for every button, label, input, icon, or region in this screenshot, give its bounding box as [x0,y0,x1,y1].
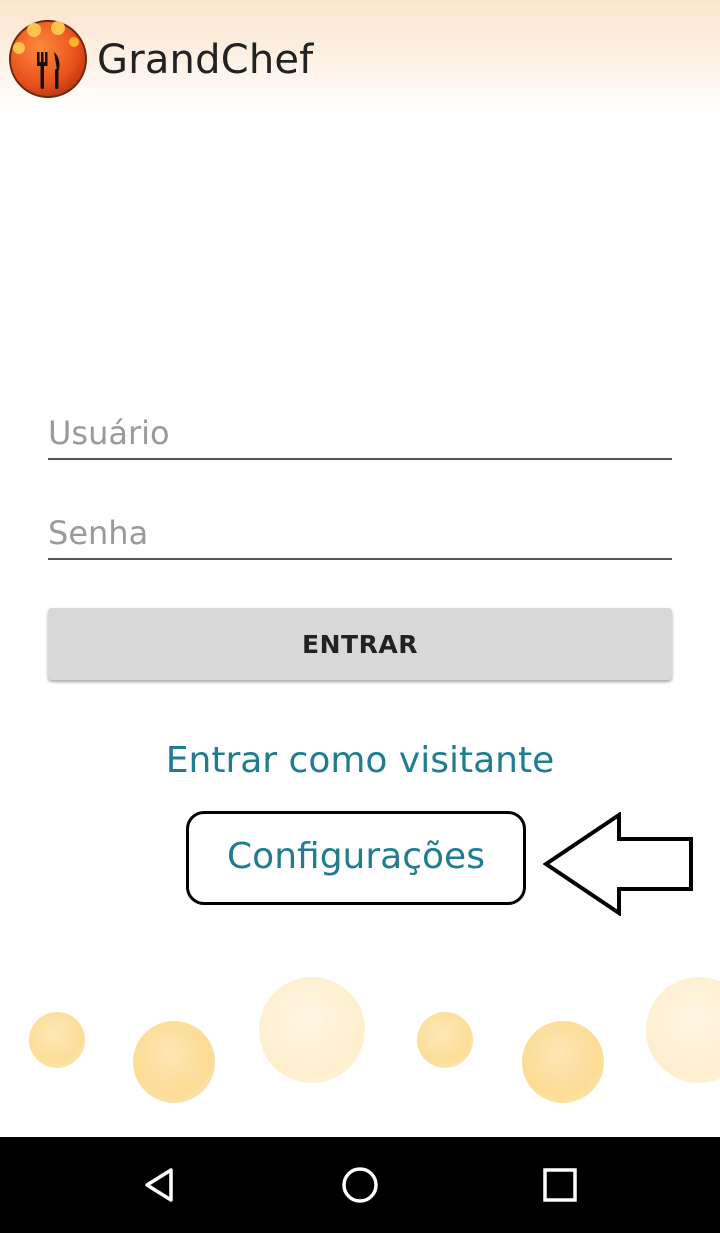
decorative-bubble [133,1021,215,1103]
system-navigation-bar [0,1137,720,1233]
circle-home-icon[interactable] [336,1161,384,1209]
decorative-bubble [417,1012,473,1068]
left-arrow-outline-icon [543,812,693,916]
decorative-bubble [646,977,720,1083]
restaurant-logo-icon [9,20,87,98]
password-input[interactable] [48,514,672,552]
decorative-bubble [259,977,365,1083]
triangle-back-icon[interactable] [136,1161,184,1209]
username-input[interactable] [48,414,672,452]
guest-login-link[interactable]: Entrar como visitante [0,738,720,784]
square-recents-icon[interactable] [536,1161,584,1209]
decorative-bubble [522,1021,604,1103]
settings-highlight-box: Configurações [186,811,526,905]
decorative-bubble [29,1012,85,1068]
enter-button[interactable]: ENTRAR [48,608,672,680]
app-bar: GrandChef [0,0,720,112]
username-field[interactable] [48,398,672,460]
app-title: GrandChef [97,37,314,83]
password-field[interactable] [48,498,672,560]
settings-link[interactable]: Configurações [227,836,485,877]
